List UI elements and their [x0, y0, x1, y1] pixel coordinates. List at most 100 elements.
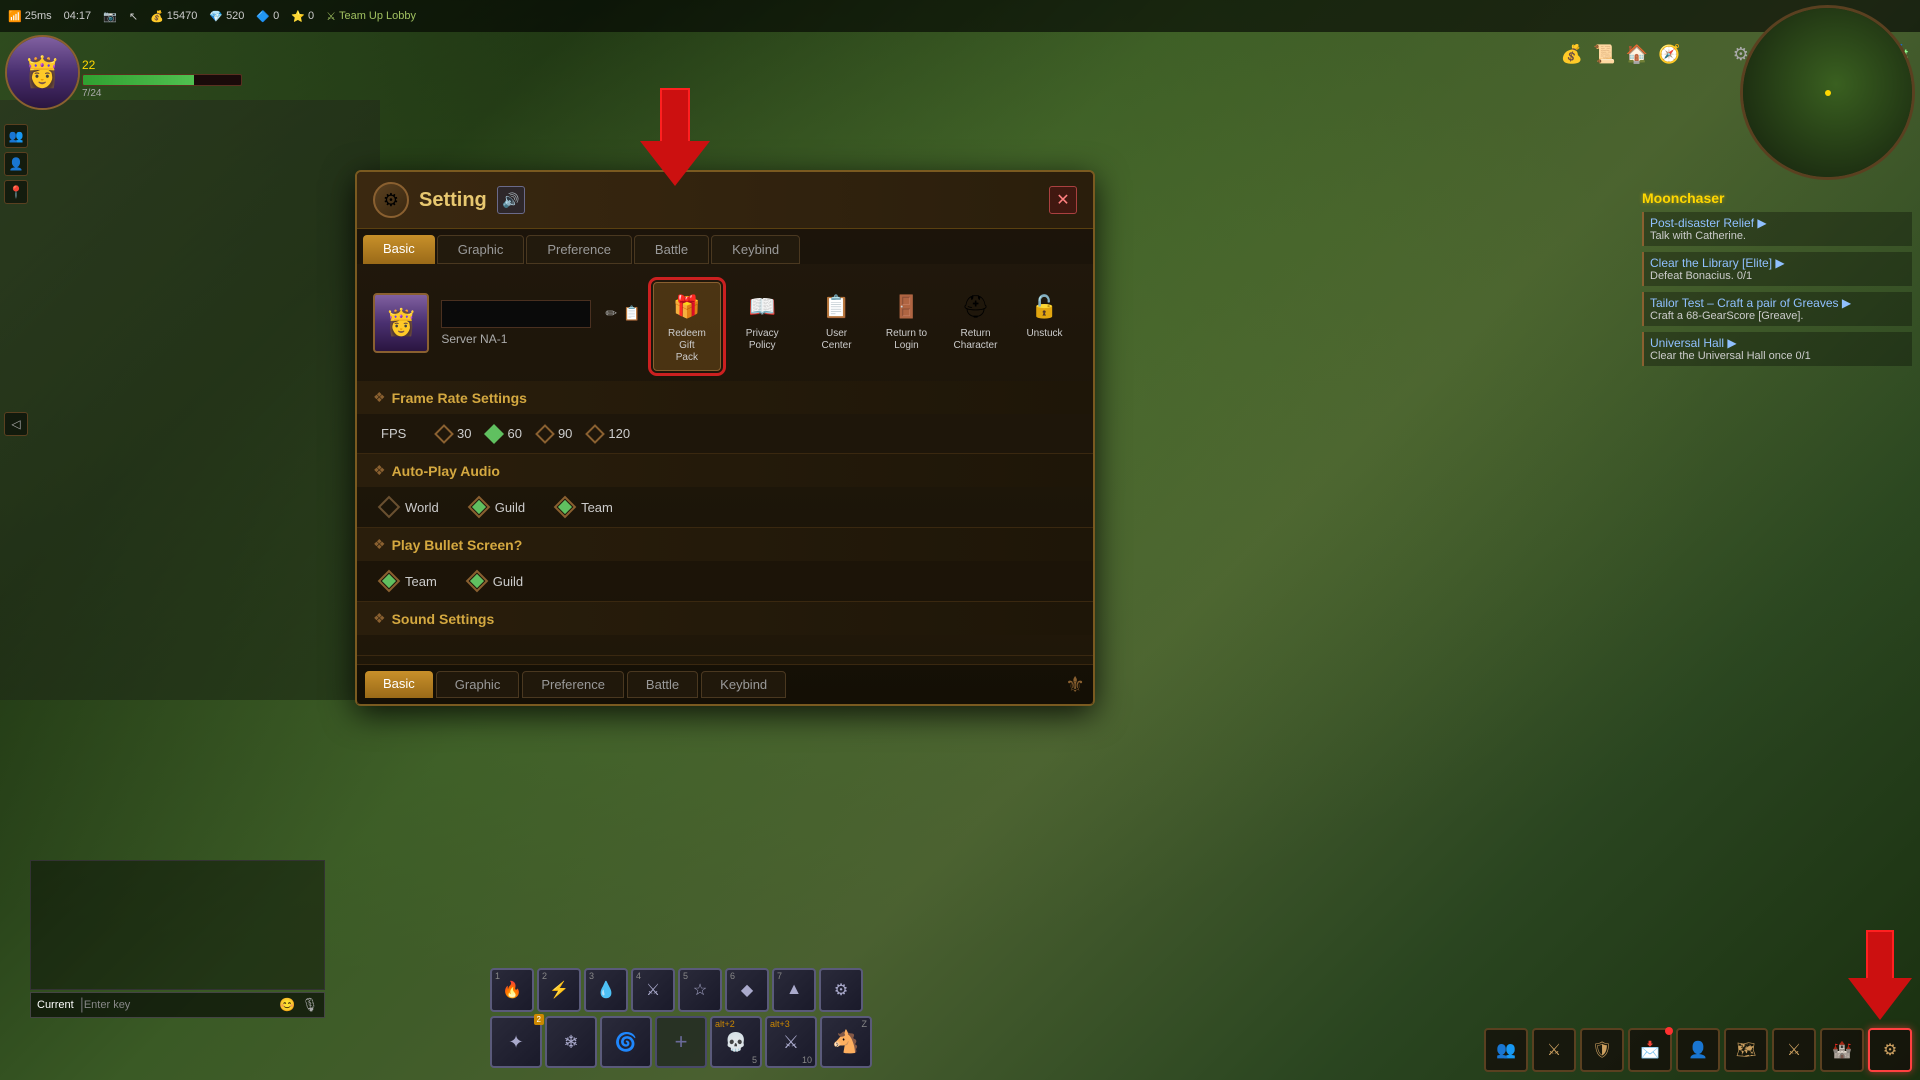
- tab-battle-bottom[interactable]: Battle: [627, 671, 698, 698]
- tab-keybind[interactable]: Keybind: [711, 235, 800, 264]
- skill2-slot-6[interactable]: 6 ◆: [725, 968, 769, 1012]
- stat2-stat: ⭐ 0: [291, 10, 314, 23]
- tab-graphic-bottom[interactable]: Graphic: [436, 671, 520, 698]
- privacy-policy-label: Privacy Policy: [736, 328, 788, 352]
- skill2-slot-4[interactable]: 4 ⚔: [631, 968, 675, 1012]
- sidebar-person-icon[interactable]: 👤: [4, 152, 28, 176]
- team-up-button[interactable]: ⚔ Team Up Lobby: [326, 10, 416, 23]
- sidebar-social-icon[interactable]: 👥: [4, 124, 28, 148]
- bullet-guild-checkbox[interactable]: [465, 570, 488, 593]
- tab-keybind-bottom[interactable]: Keybind: [701, 671, 786, 698]
- skill2-slot-5[interactable]: 5 ☆: [678, 968, 722, 1012]
- fps-30-value: 30: [457, 426, 471, 441]
- nav-user-center[interactable]: 📋 User Center: [803, 282, 870, 371]
- skill-slot-2[interactable]: 🌀: [600, 1016, 652, 1068]
- tab-basic[interactable]: Basic: [363, 235, 435, 264]
- character-portrait[interactable]: 👸: [5, 35, 80, 110]
- tab-basic-bottom[interactable]: Basic: [365, 671, 433, 698]
- br-map-btn[interactable]: 🗺: [1724, 1028, 1768, 1072]
- auto-play-content: World Guild Team: [357, 487, 1093, 527]
- hud-compass-icon[interactable]: 🧭: [1658, 44, 1680, 65]
- return-character-icon: ⛑: [958, 289, 994, 325]
- fps-30-diamond: [434, 424, 454, 444]
- nav-unstuck[interactable]: 🔓 Unstuck: [1012, 282, 1077, 371]
- stat1-stat: 🔷 0: [256, 10, 279, 23]
- bullet-screen-header: ❖ Play Bullet Screen?: [357, 528, 1093, 561]
- bullet-guild-option[interactable]: Guild: [469, 573, 523, 589]
- skill-slot-add[interactable]: +: [655, 1016, 707, 1068]
- user-center-label: User Center: [814, 328, 859, 352]
- unstuck-icon: 🔓: [1027, 289, 1063, 325]
- tab-preference-bottom[interactable]: Preference: [522, 671, 624, 698]
- moonchaser-label: Moonchaser: [1642, 190, 1912, 206]
- fps-option-90[interactable]: 90: [538, 426, 572, 441]
- skill2-slot-3[interactable]: 3 💧: [584, 968, 628, 1012]
- nav-return-character[interactable]: ⛑ ReturnCharacter: [943, 282, 1008, 371]
- hud-scroll-icon[interactable]: 📜: [1593, 44, 1615, 65]
- tab-graphic[interactable]: Graphic: [437, 235, 525, 264]
- fps-option-30[interactable]: 30: [437, 426, 471, 441]
- skill-slot-5[interactable]: Z 🐴: [820, 1016, 872, 1068]
- privacy-policy-icon: 📖: [744, 289, 780, 325]
- skill-slot-0[interactable]: ✦ 2: [490, 1016, 542, 1068]
- bottom-right-buttons: 👥 ⚔ 🛡 📩 👤 🗺 ⚔ 🏰 ⚙: [1484, 1028, 1912, 1072]
- quest-item-2: Tailor Test – Craft a pair of Greaves ▶ …: [1642, 292, 1912, 326]
- bullet-team-checkbox[interactable]: [378, 570, 401, 593]
- autoplay-guild-option[interactable]: Guild: [471, 499, 525, 515]
- bullet-team-option[interactable]: Team: [381, 573, 437, 589]
- br-social-btn[interactable]: 👥: [1484, 1028, 1528, 1072]
- nav-return-login[interactable]: 🚪 Return toLogin: [874, 282, 939, 371]
- profile-info: ✏ 📋 Server NA-1: [441, 300, 640, 346]
- autoplay-guild-label: Guild: [495, 500, 525, 515]
- tab-battle[interactable]: Battle: [634, 235, 709, 264]
- sidebar-spacer: [4, 208, 26, 408]
- chat-mic-icon[interactable]: 🎙: [301, 997, 318, 1013]
- dialog-close-btn[interactable]: ✕: [1049, 186, 1077, 214]
- bullet-screen-content: Team Guild: [357, 561, 1093, 601]
- autoplay-team-option[interactable]: Team: [557, 499, 613, 515]
- br-shield-btn[interactable]: 🛡: [1580, 1028, 1624, 1072]
- hud-house-icon[interactable]: 🏠: [1626, 44, 1648, 65]
- profile-edit-icon[interactable]: ✏: [605, 305, 617, 322]
- currency1-stat: 💰 15470: [150, 10, 197, 23]
- br-mail-btn[interactable]: 📩: [1628, 1028, 1672, 1072]
- skill-slot-4[interactable]: alt+3 ⚔ 10: [765, 1016, 817, 1068]
- br-person-btn[interactable]: 👤: [1676, 1028, 1720, 1072]
- skill-slot-1[interactable]: ❄: [545, 1016, 597, 1068]
- nav-privacy-policy[interactable]: 📖 Privacy Policy: [725, 282, 799, 371]
- autoplay-team-checkbox[interactable]: [554, 496, 577, 519]
- environment-left: [0, 100, 380, 700]
- profile-copy-icon[interactable]: 📋: [623, 305, 640, 322]
- br-sword-btn[interactable]: ⚔: [1532, 1028, 1576, 1072]
- fps-option-60[interactable]: 60: [487, 426, 521, 441]
- autoplay-guild-checkbox[interactable]: [467, 496, 490, 519]
- dialog-body: 👸 ✏ 📋 Server NA-1 🎁 Redeem GiftPack: [357, 264, 1093, 704]
- sidebar-collapse-icon[interactable]: ◁: [4, 412, 28, 436]
- br-character-btn[interactable]: ⚔: [1772, 1028, 1816, 1072]
- autoplay-world-option[interactable]: World: [381, 499, 439, 515]
- chat-emoji-icon[interactable]: 😊: [279, 997, 295, 1013]
- annotation-arrow-top: [640, 88, 710, 186]
- skill2-slot-2[interactable]: 2 ⚡: [537, 968, 581, 1012]
- profile-server: Server NA-1: [441, 332, 640, 346]
- profile-name-bar: [441, 300, 591, 328]
- skill2-slot-7[interactable]: 7 ▲: [772, 968, 816, 1012]
- currency2-stat: 💎 520: [209, 10, 244, 23]
- skill2-slot-1[interactable]: 1 🔥: [490, 968, 534, 1012]
- chat-input-bar: Current | Enter key 😊 🎙: [30, 992, 325, 1018]
- tab-preference[interactable]: Preference: [526, 235, 632, 264]
- sidebar-map-icon[interactable]: 📍: [4, 180, 28, 204]
- minimap[interactable]: [1740, 5, 1915, 180]
- dialog-header: ⚙ Setting 🔊 ✕: [357, 172, 1093, 229]
- autoplay-world-checkbox[interactable]: [378, 496, 401, 519]
- hud-gold-icon[interactable]: 💰: [1561, 44, 1583, 65]
- skill2-slot-gear[interactable]: ⚙: [819, 968, 863, 1012]
- fps-120-diamond: [586, 424, 606, 444]
- dialog-sound-btn[interactable]: 🔊: [497, 186, 525, 214]
- fps-option-120[interactable]: 120: [588, 426, 630, 441]
- br-settings-btn[interactable]: ⚙: [1868, 1028, 1912, 1072]
- skill-slot-3[interactable]: alt+2 💀 5: [710, 1016, 762, 1068]
- auto-play-arrow: ❖: [373, 462, 386, 479]
- nav-redeem-gift[interactable]: 🎁 Redeem GiftPack: [653, 282, 722, 371]
- br-guild-btn[interactable]: 🏰: [1820, 1028, 1864, 1072]
